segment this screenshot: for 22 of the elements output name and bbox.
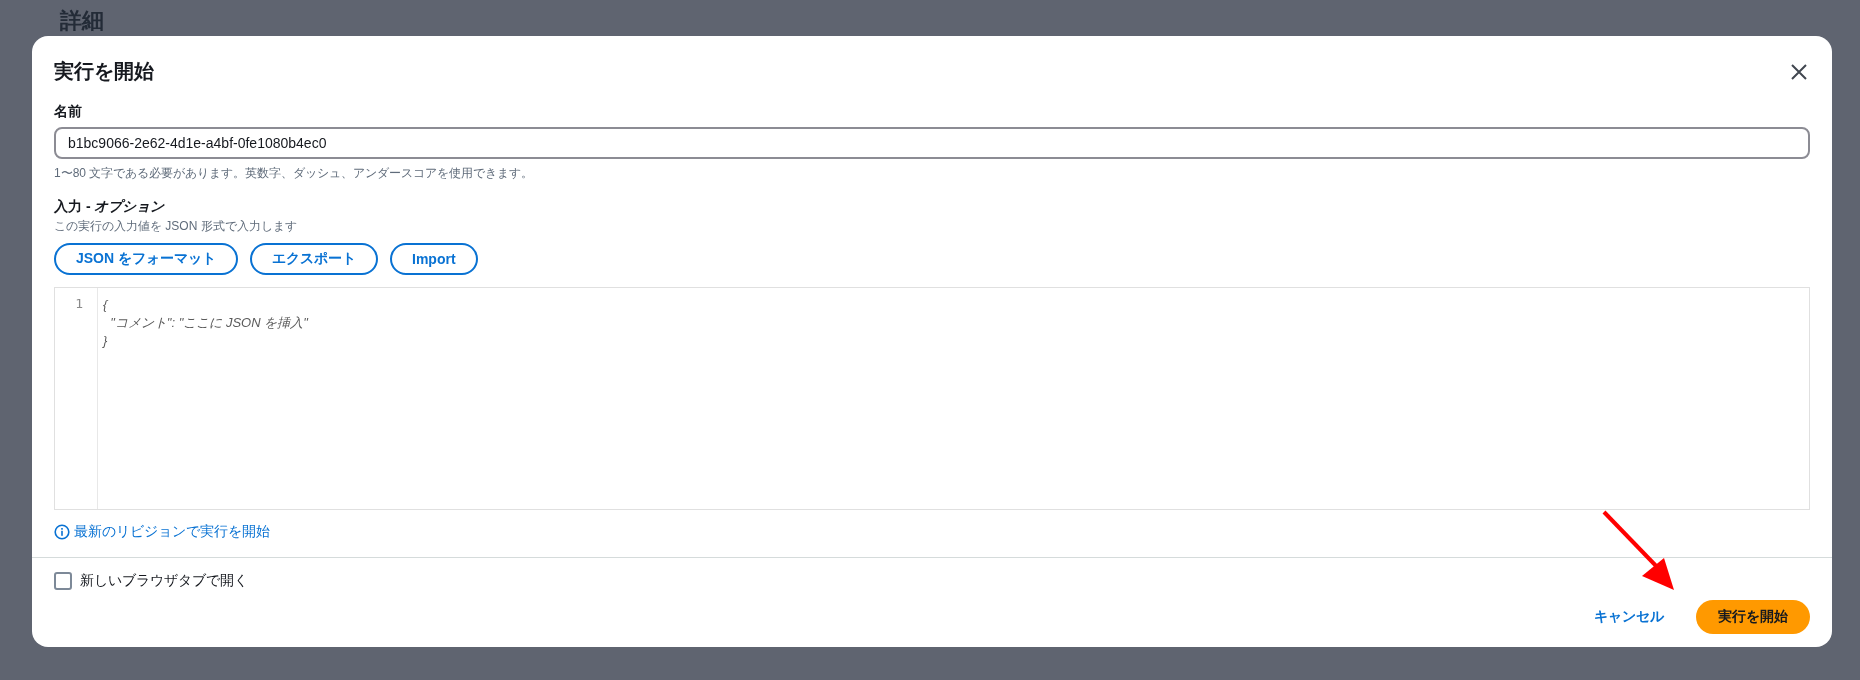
section-label: 入力 - オプション (54, 198, 165, 216)
start-button[interactable]: 実行を開始 (1696, 600, 1810, 634)
info-icon (54, 524, 70, 540)
dialog-title: 実行を開始 (54, 59, 154, 84)
field-label: 名前 (54, 103, 82, 121)
info-link[interactable]: 最新のリビジョンで実行を開始 (54, 523, 270, 541)
editor-button[interactable]: JSON をフォーマット (54, 243, 238, 275)
checkbox[interactable] (54, 572, 72, 590)
cancel-button[interactable]: キャンセル (1580, 600, 1678, 634)
code-editor[interactable]: 1 { "コメント": "ここに JSON を挿入" } (54, 287, 1810, 510)
close-icon[interactable] (1790, 62, 1808, 81)
name-field[interactable]: b1bc9066-2e62-4d1e-a4bf-0fe1080b4ec0 (54, 127, 1810, 159)
page-heading: 詳細 (59, 7, 105, 35)
code-line: } (103, 332, 109, 350)
code-line: { (103, 296, 109, 314)
editor-button[interactable]: エクスポート (250, 243, 378, 275)
section-description: この実行の入力値を JSON 形式で入力します (54, 218, 297, 235)
checkbox-label: 新しいブラウザタブで開く (80, 572, 248, 590)
field-hint: 1〜80 文字である必要があります。英数字、ダッシュ、アンダースコアを使用できます。 (54, 165, 534, 182)
editor-button[interactable]: Import (390, 243, 478, 275)
line-number: 1 (75, 296, 83, 311)
code-line: "コメント": "ここに JSON を挿入" (109, 314, 308, 332)
